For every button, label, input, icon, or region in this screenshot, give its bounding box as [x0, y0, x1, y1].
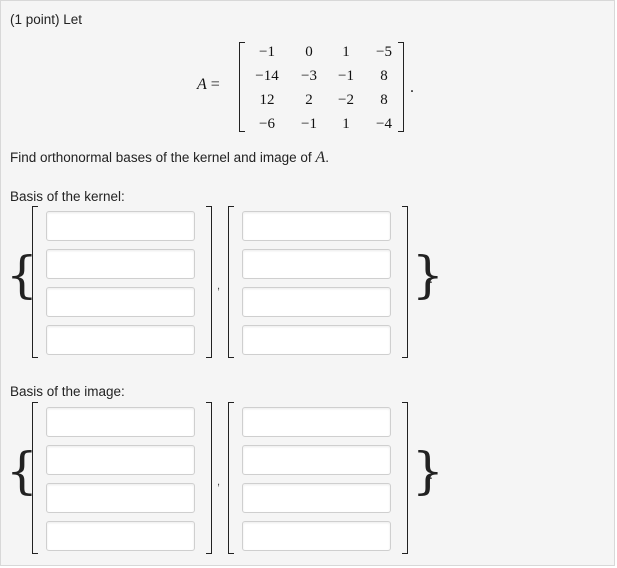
image-v2-entry-4[interactable]: [242, 521, 391, 551]
problem-panel: (1 point) Let A = −1 0 1 −5 −14 −3 −1 8 12 2 −2 8 −6…: [0, 0, 615, 566]
question-body: Find orthonormal bases of the kernel and…: [10, 150, 312, 165]
vector-left-bracket: [228, 206, 234, 358]
kernel-v2-entry-4[interactable]: [242, 325, 391, 355]
matrix-cell-r3-c3: −2: [338, 92, 354, 108]
image-v1-entry-1[interactable]: [46, 407, 195, 437]
kernel-separator: ,: [217, 280, 221, 292]
matrix-cell-r4-c1: −6: [259, 116, 275, 132]
kernel-basis-set: { , } .: [1, 206, 616, 366]
matrix-cell-r3-c2: 2: [305, 92, 313, 108]
matrix-cell-r2-c1: −14: [255, 68, 279, 84]
kernel-v2-entry-3[interactable]: [242, 287, 391, 317]
image-close-brace: }: [412, 442, 444, 500]
matrix-equation: A = −1 0 1 −5 −14 −3 −1 8 12 2 −2 8 −6 −1 1 −4 .: [1, 1, 616, 141]
image-v1-entry-2[interactable]: [46, 445, 195, 475]
image-v2-entry-1[interactable]: [242, 407, 391, 437]
kernel-vector-1: [32, 206, 212, 358]
vector-left-bracket: [228, 402, 234, 554]
matrix-cell-r3-c1: 12: [259, 92, 275, 108]
image-vector-2: [228, 402, 408, 554]
kernel-vector-2: [228, 206, 408, 358]
image-vector-1: [32, 402, 212, 554]
image-basis-label: Basis of the image:: [10, 384, 125, 399]
kernel-v1-entry-2[interactable]: [46, 249, 195, 279]
matrix-cell-r1-c2: 0: [305, 44, 313, 60]
kernel-v1-entry-1[interactable]: [46, 211, 195, 241]
question-end: .: [325, 150, 329, 165]
kernel-v1-entry-3[interactable]: [46, 287, 195, 317]
matrix-cell-r4-c2: −1: [301, 116, 317, 132]
image-v1-entry-3[interactable]: [46, 483, 195, 513]
vector-left-bracket: [32, 206, 38, 358]
matrix-cell-r1-c3: 1: [342, 44, 350, 60]
matrix-right-bracket: [398, 42, 404, 132]
question-text: Find orthonormal bases of the kernel and…: [10, 149, 329, 167]
image-separator: ,: [217, 476, 221, 488]
matrix-period: .: [410, 79, 414, 96]
matrix-grid: −1 0 1 −5 −14 −3 −1 8 12 2 −2 8 −6 −1 1 −4: [1, 1, 616, 141]
kernel-close-brace: }: [412, 246, 444, 304]
kernel-v2-entry-2[interactable]: [242, 249, 391, 279]
vector-left-bracket: [32, 402, 38, 554]
vector-right-bracket: [206, 206, 212, 358]
matrix-cell-r2-c3: −1: [338, 68, 354, 84]
image-basis-set: { , } .: [1, 402, 616, 562]
image-period: .: [429, 466, 433, 482]
kernel-v2-entry-1[interactable]: [242, 211, 391, 241]
vector-right-bracket: [206, 402, 212, 554]
vector-right-bracket: [402, 206, 408, 358]
image-v2-entry-2[interactable]: [242, 445, 391, 475]
kernel-v1-entry-4[interactable]: [46, 325, 195, 355]
image-v1-entry-4[interactable]: [46, 521, 195, 551]
matrix-cell-r4-c3: 1: [342, 116, 350, 132]
matrix-cell-r1-c1: −1: [259, 44, 275, 60]
vector-right-bracket: [402, 402, 408, 554]
kernel-period: .: [429, 270, 433, 286]
kernel-basis-label: Basis of the kernel:: [10, 189, 125, 204]
question-symbol: A: [315, 149, 326, 166]
image-v2-entry-3[interactable]: [242, 483, 391, 513]
matrix-cell-r2-c2: −3: [301, 68, 317, 84]
